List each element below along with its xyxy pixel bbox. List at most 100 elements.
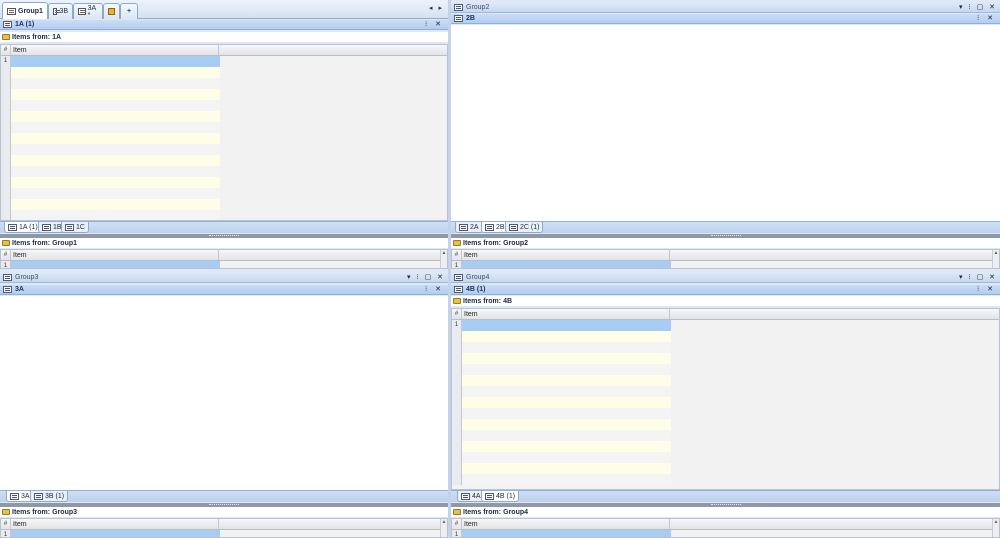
items-source-line: Items from: Group1	[0, 238, 448, 248]
vertical-scrollbar[interactable]: ▲	[992, 250, 999, 268]
grid-cell-selected[interactable]	[462, 530, 671, 537]
document-icon	[7, 7, 16, 15]
doc-subtab-strip-group4: 4A 4B (1)	[451, 490, 1000, 502]
group-title-bar-group4: Group4 ▾ ⁝ ▢ ✕	[451, 273, 1000, 283]
document-icon	[34, 492, 43, 500]
items-source-line: Items from: Group4	[451, 507, 1000, 517]
grid-cell[interactable]	[11, 67, 220, 78]
row-number	[452, 430, 462, 441]
doc-title-bar-1a: 1A (1) ⁝ ✕	[0, 20, 448, 30]
document-icon	[78, 8, 86, 15]
grid-cell[interactable]	[462, 430, 671, 441]
tab-scroll-arrows[interactable]: ◂ ▸	[429, 4, 444, 12]
grid-cell[interactable]	[11, 89, 220, 100]
tab-3a[interactable]: 3A *	[73, 3, 103, 19]
grid-cell[interactable]	[11, 122, 220, 133]
grid-cell[interactable]	[462, 452, 671, 463]
row-number	[452, 331, 462, 342]
items-source-line: Items from: Group2	[451, 238, 1000, 248]
folder-open-icon	[453, 298, 461, 304]
grid-cell[interactable]	[11, 166, 220, 177]
column-header-item[interactable]: Item	[462, 309, 670, 319]
grid-cell[interactable]	[462, 331, 671, 342]
row-number	[452, 474, 462, 485]
grid-cell[interactable]	[11, 188, 220, 199]
doc-title-bar-4b: 4B (1) ⁝ ✕	[451, 285, 1000, 295]
home-tab[interactable]	[103, 3, 120, 19]
row-number	[1, 188, 11, 199]
grid-cell[interactable]	[462, 375, 671, 386]
grid-cell-selected[interactable]	[462, 320, 671, 331]
doc-subtab-strip-group2: 2A 2B 2C (1)	[451, 221, 1000, 233]
vertical-scrollbar[interactable]: ▲	[440, 250, 447, 268]
column-header-item[interactable]: Item	[11, 250, 219, 260]
group-window-controls[interactable]: ▾ ⁝ ▢ ✕	[959, 273, 997, 281]
folder-open-icon	[453, 240, 461, 246]
grid-cell[interactable]	[11, 78, 220, 89]
doc-title-bar-2b: 2B ⁝ ✕	[451, 14, 1000, 24]
grid-cell[interactable]	[462, 463, 671, 474]
document-icon	[454, 274, 463, 281]
items-source-line: Items from: 1A	[0, 32, 448, 42]
group-window-controls[interactable]: ▾ ⁝ ▢ ✕	[407, 273, 445, 281]
grid-cell[interactable]	[462, 441, 671, 452]
grid-cell[interactable]	[11, 177, 220, 188]
document-icon	[454, 15, 463, 22]
items-grid-group3: # Item 1 ▲	[0, 518, 448, 538]
row-number-header: #	[452, 309, 462, 319]
tab-group1[interactable]: Group1	[2, 2, 48, 19]
subtab-4b[interactable]: 4B (1)	[481, 491, 520, 502]
grid-cell-selected[interactable]	[11, 530, 220, 537]
grid-header: # Item	[1, 519, 447, 530]
grid-cell-selected[interactable]	[11, 261, 220, 268]
grid-cell[interactable]	[11, 210, 220, 220]
row-number	[1, 199, 11, 210]
grid-cell[interactable]	[11, 100, 220, 111]
grid-cell[interactable]	[11, 133, 220, 144]
group-title-bar-group3: Group3 ▾ ⁝ ▢ ✕	[0, 273, 448, 283]
vertical-scrollbar[interactable]: ▲	[992, 519, 999, 537]
row-number	[452, 408, 462, 419]
subtab-3b[interactable]: 3B (1)	[30, 491, 69, 502]
document-icon	[454, 286, 463, 293]
grid-cell-selected[interactable]	[462, 261, 671, 268]
row-number: 1	[1, 56, 11, 67]
grid-cell[interactable]	[11, 144, 220, 155]
home-icon	[108, 8, 115, 15]
column-header-item[interactable]: Item	[11, 45, 219, 55]
grid-header: # Item	[452, 519, 999, 530]
grid-cell[interactable]	[462, 386, 671, 397]
grid-cell[interactable]	[462, 397, 671, 408]
grid-cell[interactable]	[462, 408, 671, 419]
vertical-scrollbar[interactable]: ▲	[440, 519, 447, 537]
document-icon	[485, 223, 494, 231]
grid-cell[interactable]	[462, 474, 671, 485]
column-header-item[interactable]: Item	[11, 519, 219, 529]
tab-3b[interactable]: 3B	[48, 3, 73, 19]
grid-cell[interactable]	[11, 155, 220, 166]
row-number	[1, 100, 11, 111]
add-tab-button[interactable]: +	[120, 3, 138, 19]
doc-window-controls[interactable]: ⁝ ✕	[425, 20, 444, 28]
column-header-item[interactable]: Item	[462, 250, 670, 260]
grid-cell-selected[interactable]	[11, 56, 220, 67]
group-window-controls[interactable]: ▾ ⁝ ▢ ✕	[959, 3, 997, 11]
doc-window-controls[interactable]: ⁝ ✕	[977, 14, 996, 22]
row-number	[452, 364, 462, 375]
document-icon	[8, 223, 17, 231]
doc-window-controls[interactable]: ⁝ ✕	[977, 285, 996, 293]
items-source-line: Items from: Group3	[0, 507, 448, 517]
subtab-1c[interactable]: 1C	[61, 222, 89, 233]
grid-cell[interactable]	[11, 199, 220, 210]
grid-cell[interactable]	[462, 353, 671, 364]
grid-cell[interactable]	[462, 364, 671, 375]
subtab-2c[interactable]: 2C (1)	[505, 222, 544, 233]
subtab-1a[interactable]: 1A (1)	[4, 222, 42, 233]
doc-window-controls[interactable]: ⁝ ✕	[425, 285, 444, 293]
row-number	[1, 67, 11, 78]
grid-cell[interactable]	[11, 111, 220, 122]
grid-cell[interactable]	[462, 419, 671, 430]
subtab-2a[interactable]: 2A	[455, 222, 483, 233]
column-header-item[interactable]: Item	[462, 519, 670, 529]
grid-cell[interactable]	[462, 342, 671, 353]
